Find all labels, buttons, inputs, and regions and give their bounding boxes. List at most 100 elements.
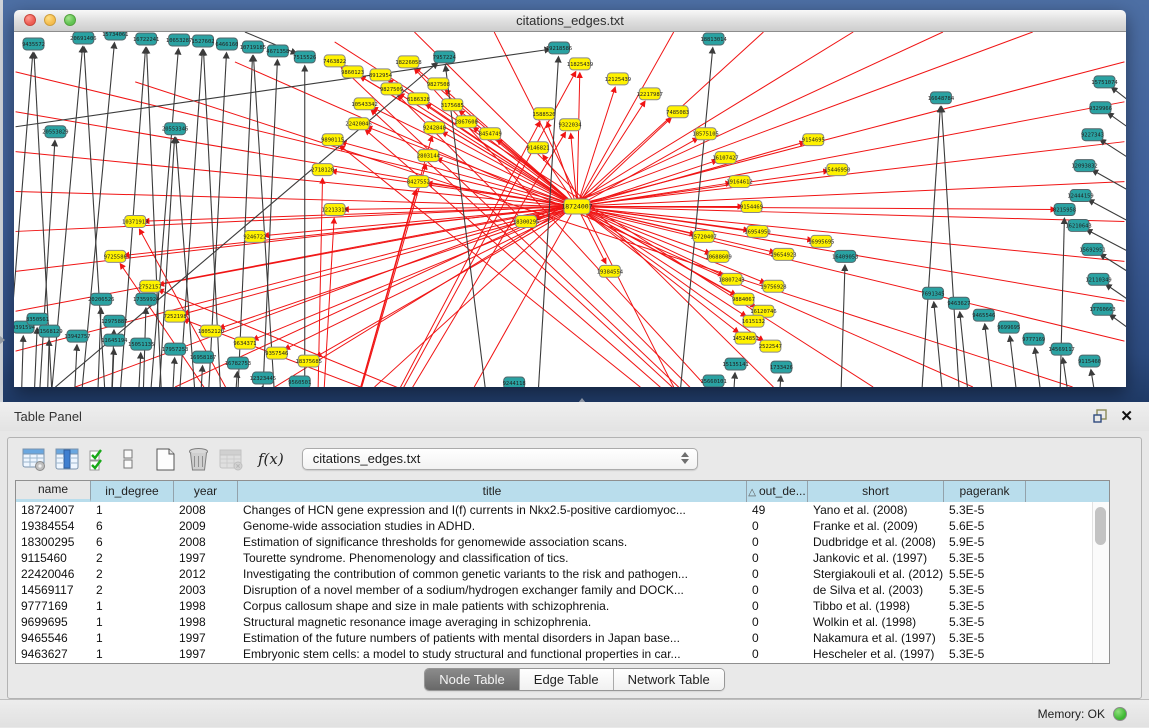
table-row[interactable]: 946362711997Embryonic stem cells: a mode… <box>16 646 1093 662</box>
table-cell: 2 <box>91 566 174 582</box>
table-row[interactable]: 946554611997Estimation of the future num… <box>16 630 1093 646</box>
memory-status-indicator[interactable] <box>1113 707 1127 721</box>
table-row[interactable]: 969969511998Structural magnetic resonanc… <box>16 614 1093 630</box>
scrollbar-thumb[interactable] <box>1095 507 1106 545</box>
column-header-pagerank[interactable]: pagerank <box>944 481 1026 502</box>
table-cell: 0 <box>747 566 808 582</box>
float-panel-icon[interactable] <box>1093 409 1108 424</box>
node-label: 20553346 <box>162 127 188 133</box>
node-label: 20553829 <box>42 130 68 136</box>
table-row[interactable]: 2242004622012Investigating the contribut… <box>16 566 1093 582</box>
node-label: 8912954 <box>369 73 393 79</box>
node-label: 9154469 <box>740 205 763 211</box>
node-label: 9244118 <box>503 381 526 387</box>
node-label: 7485083 <box>666 110 689 116</box>
table-cell: 0 <box>747 614 808 630</box>
close-panel-icon[interactable]: ✕ <box>1120 409 1133 424</box>
minimize-window-button[interactable] <box>44 14 56 26</box>
column-header-empty[interactable] <box>1026 481 1092 502</box>
table-cell: 6 <box>91 534 174 550</box>
column-header-short[interactable]: short <box>808 481 944 502</box>
table-selector-dropdown[interactable]: citations_edges.txt <box>302 448 698 470</box>
column-header-out_de...[interactable]: △out_de... <box>747 481 808 502</box>
column-pair-button[interactable] <box>121 447 135 472</box>
table-cell: Dudbridge et al. (2008) <box>808 534 944 550</box>
table-cell: 1997 <box>174 550 238 566</box>
table-row[interactable]: 1830029562008Estimation of significance … <box>16 534 1093 550</box>
table-cell: 9699695 <box>16 614 91 630</box>
node-label: 18575105 <box>692 132 718 138</box>
node-label: 1588520 <box>533 112 556 118</box>
node-label: 4671358 <box>266 49 289 55</box>
network-window-titlebar[interactable]: citations_edges.txt <box>14 10 1126 32</box>
function-builder-button[interactable]: f(x) <box>258 450 284 468</box>
node-label: 12323445 <box>250 376 276 382</box>
column-header-in_degree[interactable]: in_degree <box>91 481 174 502</box>
network-canvas[interactable]: 1872400794355722069140615734061167222411… <box>14 32 1126 387</box>
new-column-button[interactable] <box>153 447 178 472</box>
table-cell: Corpus callosum shape and size in male p… <box>238 598 747 614</box>
table-cell <box>1026 630 1092 646</box>
table-cell: Structural magnetic resonance image aver… <box>238 614 747 630</box>
table-cell: 5.3E-5 <box>944 630 1026 646</box>
table-cell: 0 <box>747 646 808 662</box>
tab-edge-table[interactable]: Edge Table <box>519 669 613 690</box>
tab-network-table[interactable]: Network Table <box>613 669 724 690</box>
node-label: 9329966 <box>1089 106 1112 112</box>
table-cell: 5.3E-5 <box>944 598 1026 614</box>
table-cell: Tibbo et al. (1998) <box>808 598 944 614</box>
delete-column-button[interactable] <box>186 447 211 472</box>
table-settings-button[interactable] <box>22 447 47 472</box>
node-label: 16995695 <box>808 239 834 245</box>
table-cell: 18300295 <box>16 534 91 550</box>
tab-node-table[interactable]: Node Table <box>425 669 519 690</box>
table-cell: Estimation of significance thresholds fo… <box>238 534 747 550</box>
node-label: 9115460 <box>1078 359 1101 365</box>
table-vertical-scrollbar[interactable] <box>1092 502 1109 663</box>
node-label: 19164612 <box>726 180 752 186</box>
node-label: 19384554 <box>597 269 624 275</box>
node-label: 18813014 <box>700 37 727 43</box>
table-row[interactable]: 911546021997Tourette syndrome. Phenomeno… <box>16 550 1093 566</box>
node-label: 8215958 <box>1053 207 1076 213</box>
table-cell: Changes of HCN gene expression and I(f) … <box>238 502 747 518</box>
node-label: 18052120 <box>198 329 224 335</box>
table-cell: Genome-wide association studies in ADHD. <box>238 518 747 534</box>
node-label: 12110349 <box>1085 277 1111 283</box>
node-label: 16722241 <box>133 37 159 43</box>
node-label: 15051135 <box>128 342 154 348</box>
table-cell: 14569117 <box>16 582 91 598</box>
table-cell: 2008 <box>174 502 238 518</box>
node-label: 11568129 <box>36 329 62 335</box>
table-cell: Embryonic stem cells: a model to study s… <box>238 646 747 662</box>
table-cell: 1997 <box>174 630 238 646</box>
table-cell: Tourette syndrome. Phenomenology and cla… <box>238 550 747 566</box>
node-label: 10371913 <box>122 219 148 225</box>
table-cell: 1 <box>91 598 174 614</box>
table-row[interactable]: 977716911998Corpus callosum shape and si… <box>16 598 1093 614</box>
table-cell: 2 <box>91 582 174 598</box>
select-all-button[interactable] <box>88 447 113 472</box>
node-label: 17957253 <box>162 347 188 353</box>
table-cell: Wolkin et al. (1998) <box>808 614 944 630</box>
node-label: 9634371 <box>233 341 256 347</box>
table-row[interactable]: 1938455462009Genome-wide association stu… <box>16 518 1093 534</box>
network-view-area: citations_edges.txt 18724007943557220691… <box>0 0 1149 402</box>
node-label: 20206526 <box>88 297 114 303</box>
show-columns-button[interactable] <box>55 447 80 472</box>
table-cell: 5.6E-5 <box>944 518 1026 534</box>
node-label: 19218586 <box>546 46 572 52</box>
column-header-year[interactable]: year <box>174 481 238 502</box>
zoom-window-button[interactable] <box>64 14 76 26</box>
table-cell: Stergiakouli et al. (2012) <box>808 566 944 582</box>
close-window-button[interactable] <box>24 14 36 26</box>
column-header-name[interactable]: name <box>16 481 91 502</box>
node-label: 15446950 <box>824 168 850 174</box>
table-row[interactable]: 1872400712008Changes of HCN gene express… <box>16 502 1093 518</box>
column-header-title[interactable]: title <box>238 481 747 502</box>
table-cell: de Silva et al. (2003) <box>808 582 944 598</box>
table-row[interactable]: 1456911722003Disruption of a novel membe… <box>16 582 1093 598</box>
table-panel-title: Table Panel <box>14 409 82 424</box>
node-label: 16782753 <box>225 361 251 367</box>
node-label: 9860123 <box>341 70 364 76</box>
